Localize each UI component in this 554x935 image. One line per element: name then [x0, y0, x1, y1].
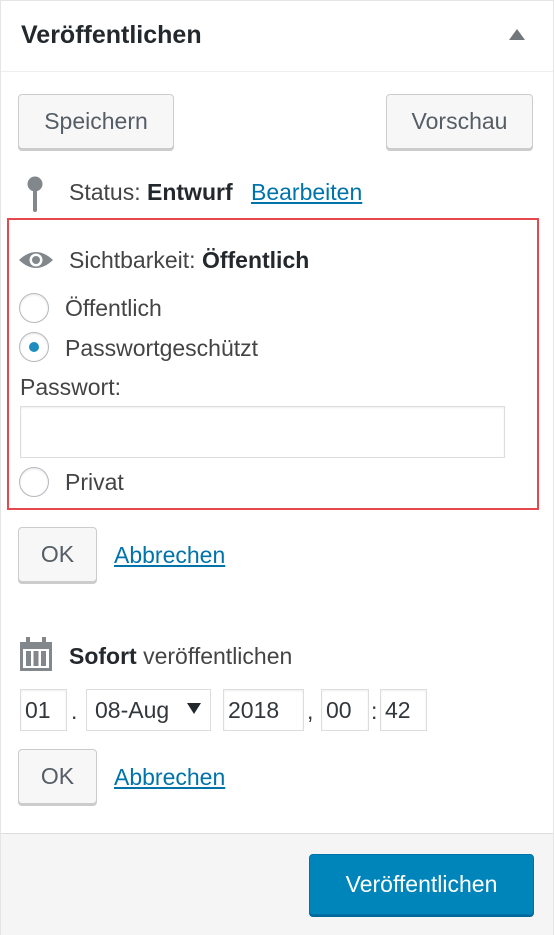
preview-button[interactable]: Vorschau: [386, 94, 533, 149]
save-draft-button[interactable]: Speichern: [18, 94, 174, 149]
radio-password-protected-label[interactable]: Passwortgeschützt: [65, 335, 258, 362]
calendar-icon: [20, 637, 52, 671]
schedule-row: Sofort veröffentlichen: [69, 643, 292, 670]
month-select-value: 08-Aug: [95, 696, 170, 723]
password-input[interactable]: [20, 406, 505, 458]
publish-box-header[interactable]: Veröffentlichen: [1, 1, 553, 72]
visibility-label: Sichtbarkeit:: [69, 247, 196, 273]
year-input[interactable]: 2018: [223, 689, 304, 731]
publish-button[interactable]: Veröffentlichen: [309, 854, 534, 915]
day-input[interactable]: 01: [20, 689, 67, 731]
day-separator: .: [71, 698, 78, 724]
schedule-label-rest: veröffentlichen: [143, 643, 293, 669]
schedule-label-bold: Sofort: [69, 643, 137, 669]
publish-box-title: Veröffentlichen: [21, 21, 202, 49]
radio-public-label[interactable]: Öffentlich: [65, 295, 162, 322]
dropdown-arrow-icon: [187, 703, 201, 714]
password-label: Passwort:: [20, 374, 121, 400]
visibility-ok-button[interactable]: OK: [18, 527, 97, 582]
status-edit-link[interactable]: Bearbeiten: [251, 179, 362, 206]
pin-icon: [27, 176, 43, 212]
radio-password-protected[interactable]: [19, 332, 49, 362]
visibility-value: Öffentlich: [201, 247, 310, 273]
month-select[interactable]: 08-Aug: [86, 689, 211, 731]
radio-private[interactable]: [19, 467, 49, 497]
year-separator: ,: [307, 698, 314, 724]
time-separator: :: [371, 698, 378, 724]
radio-public[interactable]: [19, 293, 49, 323]
hour-input[interactable]: 00: [321, 689, 369, 731]
publish-box: Veröffentlichen Speichern Vorschau Statu…: [0, 0, 554, 935]
status-value: Entwurf: [147, 179, 233, 205]
status-row: Status: Entwurf: [69, 179, 233, 206]
visibility-row: Sichtbarkeit: Öffentlich: [69, 247, 309, 274]
minute-input[interactable]: 42: [380, 689, 427, 731]
visibility-cancel-link[interactable]: Abbrechen: [114, 542, 225, 569]
schedule-cancel-link[interactable]: Abbrechen: [114, 764, 225, 791]
radio-private-label[interactable]: Privat: [65, 469, 124, 496]
eye-icon: [19, 252, 53, 268]
arrow-up-icon[interactable]: [509, 29, 525, 40]
schedule-ok-button[interactable]: OK: [18, 749, 97, 804]
status-label: Status:: [69, 179, 141, 205]
